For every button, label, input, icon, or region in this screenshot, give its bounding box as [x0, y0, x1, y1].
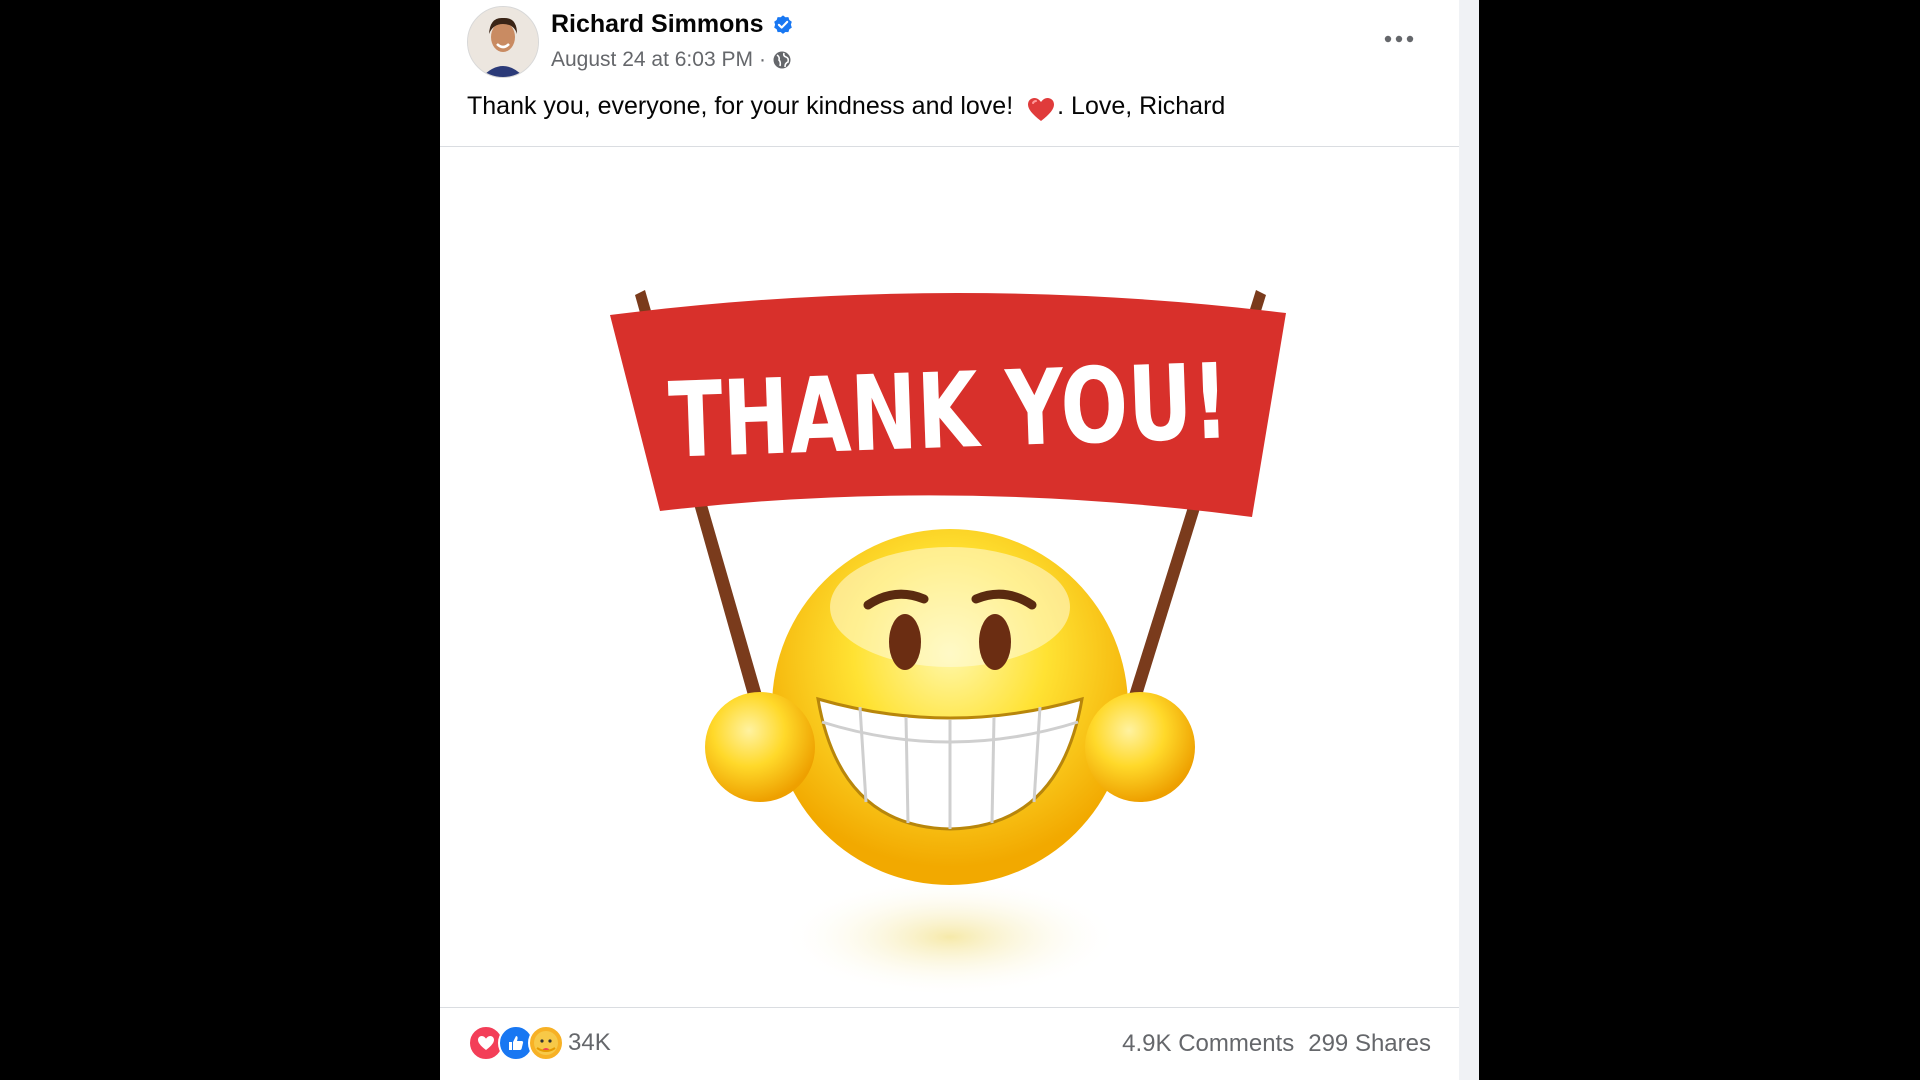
reactions-summary[interactable]: 34K [468, 1025, 611, 1061]
author-name[interactable]: Richard Simmons [551, 10, 764, 39]
more-options-button[interactable] [1379, 22, 1419, 56]
red-heart-icon [1028, 97, 1055, 121]
thank-you-smiley-illustration: THANK YOU! [610, 290, 1286, 997]
verified-badge-icon [773, 14, 792, 34]
more-dots-icon [1384, 35, 1414, 43]
globe-icon[interactable] [772, 50, 792, 70]
post-meta: August 24 at 6:03 PM · [551, 48, 792, 72]
shares-count[interactable]: 299 Shares [1308, 1030, 1431, 1058]
comments-count[interactable]: 4.9K Comments [1122, 1030, 1294, 1058]
banner-text: THANK YOU! [667, 340, 1231, 481]
left-eye [889, 614, 921, 670]
smiley-shadow [780, 877, 1120, 997]
caption-signoff: . Love, Richard [1057, 92, 1226, 120]
post-caption: Thank you, everyone, for your kindness a… [467, 92, 1225, 121]
post-image[interactable]: THANK YOU! [440, 147, 1459, 1007]
divider [440, 1007, 1459, 1008]
meta-separator: · [758, 48, 766, 71]
caption-text: Thank you, everyone, for your kindness a… [467, 92, 1014, 120]
reaction-icons [468, 1025, 564, 1061]
right-hand [1085, 692, 1195, 802]
avatar-portrait [468, 7, 538, 77]
left-hand [705, 692, 815, 802]
facebook-post: Richard Simmons August 24 at 6:03 PM · T… [440, 0, 1479, 1080]
right-eye [979, 614, 1011, 670]
reaction-count[interactable]: 34K [568, 1029, 611, 1057]
feed-background-edge [1459, 0, 1479, 1080]
post-timestamp[interactable]: August 24 at 6:03 PM [551, 48, 753, 72]
care-icon [528, 1025, 564, 1061]
author-name-row: Richard Simmons [551, 10, 794, 39]
author-avatar[interactable] [467, 6, 539, 78]
engagement-stats: 4.9K Comments 299 Shares [1122, 1030, 1431, 1058]
